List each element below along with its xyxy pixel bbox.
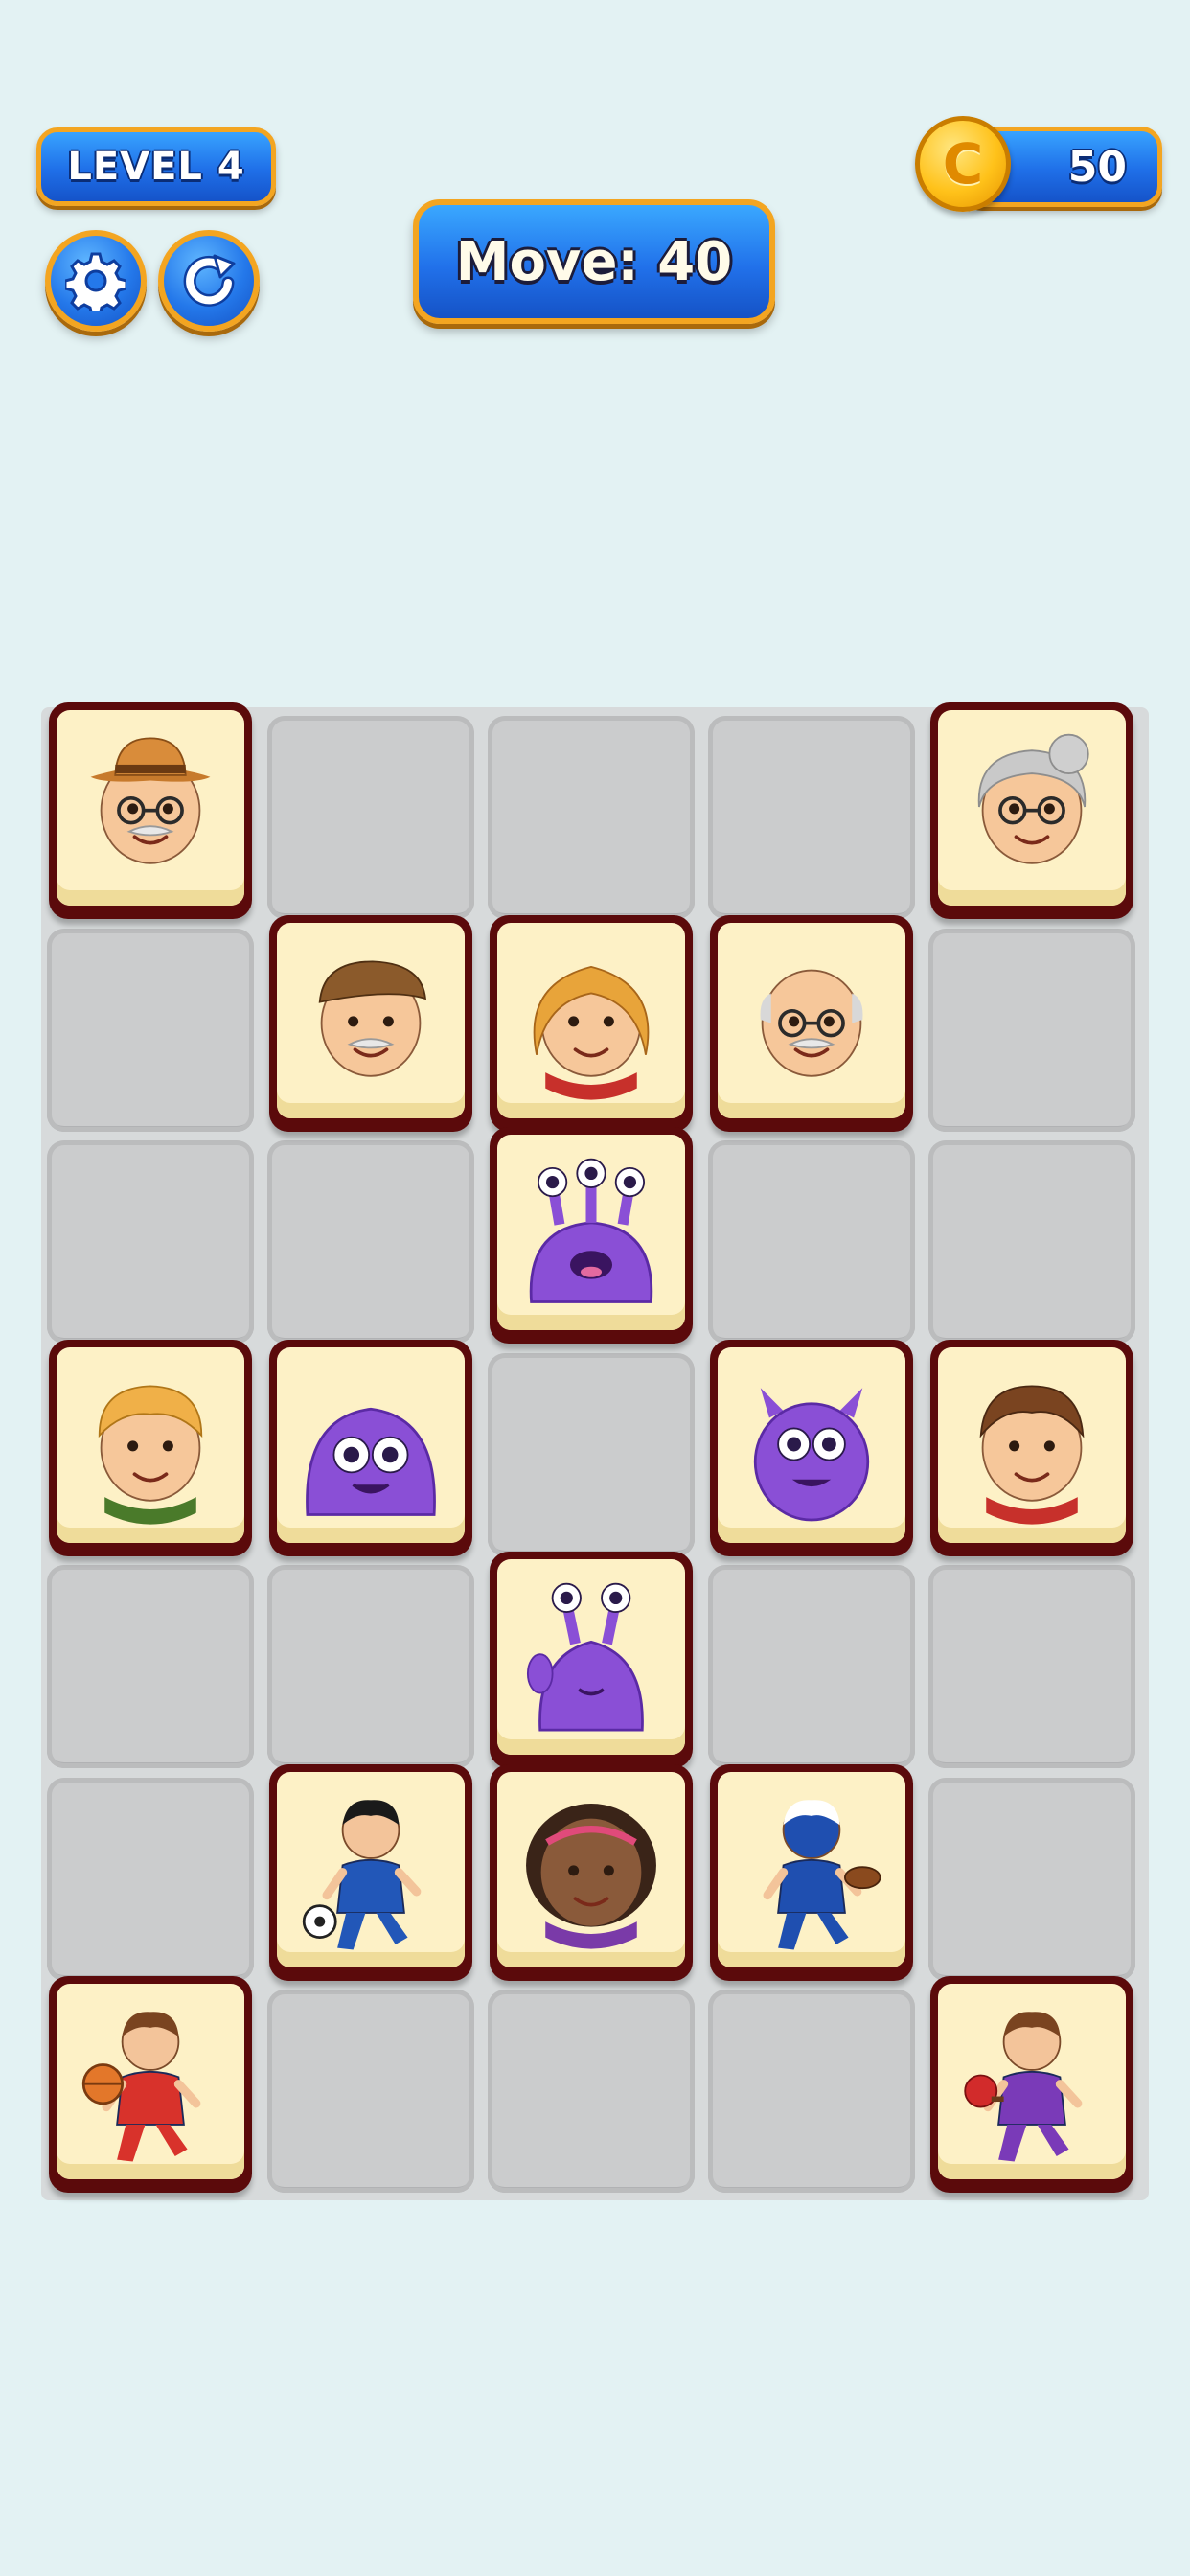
coin-symbol: C bbox=[942, 131, 984, 196]
tile-grandpa-cap[interactable] bbox=[269, 914, 472, 1132]
empty-cell bbox=[267, 716, 474, 919]
tile-soccer-player[interactable] bbox=[269, 1763, 472, 1981]
tile-face bbox=[57, 1984, 244, 2179]
soccer-player-icon bbox=[302, 1799, 422, 1949]
level-label: LEVEL 4 bbox=[67, 145, 245, 189]
tile-boy-red-scarf[interactable] bbox=[930, 1339, 1133, 1556]
tile-face bbox=[57, 710, 244, 906]
grandpa-hat-icon bbox=[90, 737, 211, 864]
moves-counter: Move: 40 bbox=[413, 199, 775, 324]
tile-face bbox=[277, 922, 465, 1118]
three-eyed-monster-icon bbox=[529, 1158, 653, 1303]
empty-cell bbox=[267, 1140, 474, 1344]
boy-green-scarf-icon bbox=[98, 1384, 203, 1525]
tile-face bbox=[497, 1771, 685, 1967]
grandpa-cap-icon bbox=[318, 959, 426, 1077]
tile-face bbox=[497, 922, 685, 1118]
tile-girl-purple-scarf[interactable] bbox=[490, 1763, 693, 1981]
basketball-player-icon bbox=[81, 2012, 201, 2162]
tile-face bbox=[718, 922, 905, 1118]
empty-cell bbox=[928, 1777, 1135, 1981]
purple-blob-monster-icon bbox=[306, 1407, 436, 1516]
empty-cell bbox=[928, 928, 1135, 1132]
tile-three-eyed-monster[interactable] bbox=[490, 1127, 693, 1344]
boy-red-scarf-icon bbox=[979, 1384, 1085, 1525]
empty-cell bbox=[708, 1140, 915, 1344]
settings-button[interactable] bbox=[45, 230, 147, 332]
empty-cell bbox=[488, 1352, 695, 1556]
tile-face bbox=[718, 1771, 905, 1967]
coin-count: 50 bbox=[1067, 142, 1127, 192]
tile-face bbox=[718, 1346, 905, 1543]
tile-face bbox=[497, 1135, 685, 1330]
coin-icon: C bbox=[915, 116, 1011, 212]
empty-cell bbox=[708, 1565, 915, 1768]
tile-face bbox=[277, 1346, 465, 1543]
tile-purple-blob-monster[interactable] bbox=[269, 1339, 472, 1556]
ping-pong-player-icon bbox=[964, 2012, 1083, 2162]
empty-cell bbox=[708, 716, 915, 919]
tile-grandma[interactable] bbox=[930, 702, 1133, 919]
football-player-icon bbox=[763, 1799, 881, 1949]
restart-icon bbox=[183, 254, 236, 307]
empty-cell bbox=[708, 1990, 915, 2193]
girl-red-scarf-icon bbox=[533, 965, 650, 1100]
tile-face bbox=[277, 1771, 465, 1967]
grandpa-bald-icon bbox=[760, 969, 863, 1077]
tile-grandpa-hat[interactable] bbox=[49, 702, 252, 919]
tile-face bbox=[938, 1984, 1126, 2179]
empty-cell bbox=[267, 1565, 474, 1768]
grandma-icon bbox=[977, 733, 1089, 864]
tile-face bbox=[57, 1346, 244, 1543]
tile-grandpa-bald[interactable] bbox=[710, 914, 913, 1132]
empty-cell bbox=[47, 1140, 254, 1344]
game-board bbox=[41, 702, 1149, 2200]
tile-face bbox=[938, 710, 1126, 906]
empty-cell bbox=[488, 716, 695, 919]
tile-football-player[interactable] bbox=[710, 1763, 913, 1981]
empty-cell bbox=[928, 1565, 1135, 1768]
empty-cell bbox=[928, 1140, 1135, 1344]
moves-label: Move: 40 bbox=[455, 230, 733, 293]
restart-button[interactable] bbox=[158, 230, 260, 332]
empty-cell bbox=[488, 1990, 695, 2193]
tile-boy-green-scarf[interactable] bbox=[49, 1339, 252, 1556]
tile-waving-slug-monster[interactable] bbox=[490, 1552, 693, 1768]
gear-icon bbox=[65, 252, 126, 311]
level-badge: LEVEL 4 bbox=[36, 127, 276, 206]
girl-purple-scarf-icon bbox=[526, 1803, 656, 1949]
tile-face bbox=[938, 1346, 1126, 1543]
horned-monster-icon bbox=[753, 1387, 870, 1521]
tile-ping-pong-player[interactable] bbox=[930, 1976, 1133, 2193]
tile-horned-monster[interactable] bbox=[710, 1339, 913, 1556]
empty-cell bbox=[47, 928, 254, 1132]
empty-cell bbox=[47, 1777, 254, 1981]
waving-slug-monster-icon bbox=[526, 1582, 644, 1732]
empty-cell bbox=[47, 1565, 254, 1768]
tile-basketball-player[interactable] bbox=[49, 1976, 252, 2193]
tile-girl-red-scarf[interactable] bbox=[490, 914, 693, 1132]
tile-face bbox=[497, 1559, 685, 1755]
empty-cell bbox=[267, 1990, 474, 2193]
